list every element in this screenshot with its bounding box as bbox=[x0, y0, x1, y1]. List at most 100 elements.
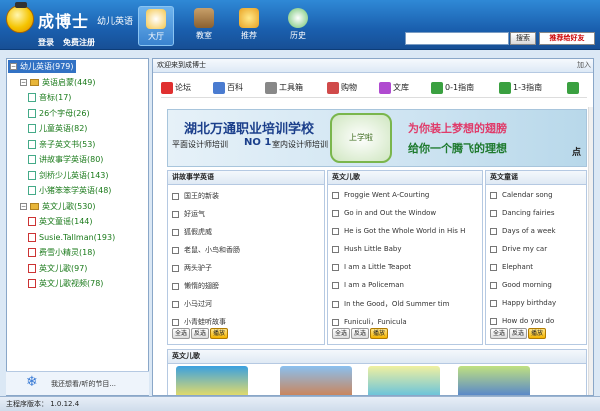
item-checkbox[interactable] bbox=[172, 246, 179, 254]
item-checkbox[interactable] bbox=[332, 191, 339, 199]
nav-history[interactable]: 历史 bbox=[280, 6, 316, 46]
list-item[interactable]: 小马过河 bbox=[172, 299, 212, 309]
item-checkbox[interactable] bbox=[490, 245, 497, 253]
collapse-icon[interactable]: − bbox=[20, 202, 27, 210]
select-all-button[interactable]: 全选 bbox=[172, 328, 191, 339]
tree-item[interactable]: 26个字母(26) bbox=[28, 107, 90, 120]
list-item[interactable]: Days of a week bbox=[490, 227, 556, 235]
tree-item[interactable]: 英文儿歌视频(78) bbox=[28, 277, 103, 290]
item-checkbox[interactable] bbox=[490, 191, 497, 199]
item-checkbox[interactable] bbox=[172, 300, 179, 308]
list-item[interactable]: Elephant bbox=[490, 263, 533, 271]
list-item[interactable]: I am a Little Teapot bbox=[332, 263, 411, 271]
list-item[interactable]: He is Got the Whole World in His H bbox=[332, 227, 465, 235]
item-checkbox[interactable] bbox=[490, 227, 497, 235]
tree-item[interactable]: 英文童谣(144) bbox=[28, 215, 93, 228]
item-checkbox[interactable] bbox=[172, 282, 179, 290]
invert-select-button[interactable]: 反选 bbox=[509, 328, 528, 339]
search-input[interactable] bbox=[405, 32, 509, 45]
tree-item[interactable]: 儿童英语(82) bbox=[28, 122, 87, 135]
invert-select-button[interactable]: 反选 bbox=[191, 328, 210, 339]
ad-banner[interactable]: 湖北万通职业培训学校 平面设计师培训 NO 1 室内设计师培训 上学啦 为你装上… bbox=[167, 109, 587, 167]
recommend-friend-button[interactable]: 推荐给好友 bbox=[539, 32, 595, 45]
select-all-button[interactable]: 全选 bbox=[490, 328, 509, 339]
list-item[interactable]: Hush Little Baby bbox=[332, 245, 402, 253]
play-button[interactable]: 播放 bbox=[210, 328, 229, 339]
item-checkbox[interactable] bbox=[172, 318, 179, 326]
list-item[interactable]: In the Good，Old Summer tim bbox=[332, 299, 449, 309]
list-item[interactable]: Happy birthday bbox=[490, 299, 556, 307]
tree-item[interactable]: 音标(17) bbox=[28, 91, 71, 104]
tree-item[interactable]: 英文儿歌(97) bbox=[28, 262, 87, 275]
thumbnail[interactable] bbox=[368, 366, 440, 395]
play-button[interactable]: 播放 bbox=[370, 328, 389, 339]
add-button[interactable]: 加入 bbox=[577, 59, 591, 72]
register-link[interactable]: 免费注册 bbox=[63, 37, 95, 48]
list-item[interactable]: Good morning bbox=[490, 281, 552, 289]
tree-item[interactable]: − 英文儿歌(530) bbox=[20, 200, 96, 213]
thumbnail[interactable] bbox=[176, 366, 248, 395]
search-button[interactable]: 搜索 bbox=[510, 32, 536, 45]
tree-item[interactable]: Susie.Tallman(193) bbox=[28, 231, 115, 244]
collapse-icon[interactable]: − bbox=[20, 78, 27, 86]
item-checkbox[interactable] bbox=[172, 210, 179, 218]
list-item[interactable]: 小青蛙听故事 bbox=[172, 317, 226, 327]
tree-item[interactable]: 亲子英文书(53) bbox=[28, 138, 95, 151]
select-all-button[interactable]: 全选 bbox=[332, 328, 351, 339]
list-item[interactable]: 懒惰的翅膀 bbox=[172, 281, 219, 291]
menu-item[interactable]: 论坛 bbox=[161, 81, 191, 95]
nav-hall[interactable]: 大厅 bbox=[138, 6, 174, 46]
tree-item[interactable]: − 幼儿英语(979) bbox=[8, 60, 76, 73]
item-checkbox[interactable] bbox=[332, 227, 339, 235]
item-checkbox[interactable] bbox=[332, 300, 339, 308]
item-checkbox[interactable] bbox=[332, 318, 339, 326]
play-button[interactable]: 播放 bbox=[528, 328, 547, 339]
list-item[interactable]: Drive my car bbox=[490, 245, 547, 253]
list-item[interactable]: 狐假虎威 bbox=[172, 227, 212, 237]
item-checkbox[interactable] bbox=[332, 209, 339, 217]
list-item[interactable]: Calendar song bbox=[490, 191, 553, 199]
item-checkbox[interactable] bbox=[490, 317, 497, 325]
tree-item[interactable]: 剑桥少儿英语(143) bbox=[28, 169, 109, 182]
tree-item[interactable]: − 英语启蒙(449) bbox=[20, 76, 96, 89]
menu-item[interactable] bbox=[567, 81, 581, 95]
list-item[interactable]: 国王的新装 bbox=[172, 191, 219, 201]
menu-item[interactable]: 工具箱 bbox=[265, 81, 303, 95]
list-item[interactable]: 老鼠、小鸟和香肠 bbox=[172, 245, 240, 255]
item-checkbox[interactable] bbox=[332, 263, 339, 271]
scrollbar[interactable] bbox=[588, 107, 593, 395]
menu-item[interactable]: 文库 bbox=[379, 81, 409, 95]
collapse-icon[interactable]: − bbox=[10, 63, 17, 70]
list-item[interactable]: 两头驴子 bbox=[172, 263, 212, 273]
list-item[interactable]: 好运气 bbox=[172, 209, 205, 219]
list-item[interactable]: Dancing fairies bbox=[490, 209, 555, 217]
tree-item[interactable]: 费雪小精灵(18) bbox=[28, 246, 95, 259]
login-link[interactable]: 登录 bbox=[38, 37, 54, 48]
list-item[interactable]: Froggie Went A-Courting bbox=[332, 191, 429, 199]
nav-recommend[interactable]: 推荐 bbox=[231, 6, 267, 46]
menu-item[interactable]: 百科 bbox=[213, 81, 243, 95]
item-checkbox[interactable] bbox=[332, 245, 339, 253]
item-checkbox[interactable] bbox=[172, 192, 179, 200]
item-checkbox[interactable] bbox=[172, 228, 179, 236]
thumbnail[interactable] bbox=[458, 366, 530, 395]
menu-item[interactable]: 0-1指南 bbox=[431, 81, 474, 95]
item-checkbox[interactable] bbox=[172, 264, 179, 272]
list-item[interactable]: Funiculi，Funicula bbox=[332, 317, 407, 327]
item-checkbox[interactable] bbox=[490, 299, 497, 307]
tree-item[interactable]: 小猪笨笨学英语(48) bbox=[28, 184, 111, 197]
request-link[interactable]: 我还想看/听的节目... bbox=[51, 379, 116, 389]
menu-item[interactable]: 购物 bbox=[327, 81, 357, 95]
menu-item[interactable]: 1-3指南 bbox=[499, 81, 542, 95]
invert-select-button[interactable]: 反选 bbox=[351, 328, 370, 339]
list-item[interactable]: I am a Policeman bbox=[332, 281, 404, 289]
tree-item[interactable]: 讲故事学英语(80) bbox=[28, 153, 103, 166]
list-item[interactable]: How do you do bbox=[490, 317, 554, 325]
item-checkbox[interactable] bbox=[490, 281, 497, 289]
list-item[interactable]: Go in and Out the Window bbox=[332, 209, 436, 217]
nav-classroom[interactable]: 教室 bbox=[186, 6, 222, 46]
item-checkbox[interactable] bbox=[332, 281, 339, 289]
item-checkbox[interactable] bbox=[490, 209, 497, 217]
thumbnail[interactable] bbox=[280, 366, 352, 395]
item-checkbox[interactable] bbox=[490, 263, 497, 271]
